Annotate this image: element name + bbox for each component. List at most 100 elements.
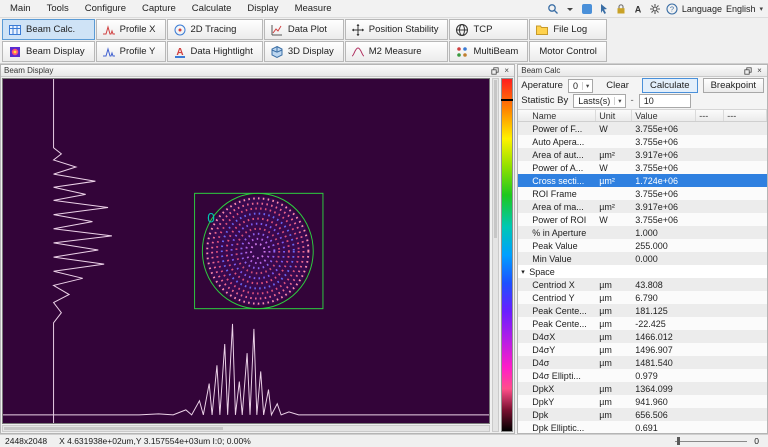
table-row[interactable]: Peak Cente... µm -22.425 (518, 317, 767, 330)
menu-measure[interactable]: Measure (287, 1, 340, 16)
table-row[interactable]: Area of aut... µm² 3.917e+06 (518, 148, 767, 161)
status-slider-thumb[interactable] (677, 437, 681, 445)
cell-unit: µm (599, 344, 612, 355)
statistic-mode-combobox[interactable]: Lasts(s) ▾ (573, 93, 626, 108)
float-window-icon[interactable] (490, 66, 499, 75)
beam-horizontal-scrollbar[interactable] (2, 425, 491, 432)
toolbar-button-label: Data Hightlight (190, 46, 253, 57)
table-row[interactable]: Centriod X µm 43.808 (518, 278, 767, 291)
column-header-name[interactable]: Name (518, 110, 597, 121)
font-icon[interactable]: A (631, 2, 645, 16)
beam-display-icon (8, 45, 22, 59)
column-header-extra1[interactable]: --- (696, 110, 725, 121)
table-row[interactable]: Area of ma... µm² 3.917e+06 (518, 200, 767, 213)
chevron-down-icon: ▾ (759, 5, 763, 13)
cell-value: 1.724e+06 (635, 175, 679, 186)
cell-value: 3.755e+06 (635, 123, 679, 134)
cell-value: 1466.012 (635, 331, 673, 342)
menu-display[interactable]: Display (239, 1, 286, 16)
toolbar-button-motor-control[interactable]: Motor Control (529, 41, 607, 62)
menu-configure[interactable]: Configure (77, 1, 134, 16)
toolbar-button-label: Profile Y (119, 46, 156, 57)
table-row[interactable]: Dpk Elliptic... 0.691 (518, 421, 767, 433)
toolbar-button-beam-calc[interactable]: Beam Calc. (2, 19, 95, 40)
menu-main[interactable]: Main (2, 1, 39, 16)
toolbar-button-data-plot[interactable]: Data Plot (263, 19, 344, 40)
close-icon[interactable]: × (502, 66, 511, 75)
statistic-value-input[interactable]: 10 (638, 93, 691, 108)
cell-name: % in Aperture (532, 227, 587, 238)
breakpoint-button[interactable]: Breakpoint (702, 78, 764, 93)
close-icon[interactable]: × (755, 66, 764, 75)
table-row[interactable]: DpkX µm 1364.099 (518, 382, 767, 395)
menu-capture[interactable]: Capture (134, 1, 184, 16)
group-label: Space (529, 266, 555, 277)
table-row[interactable]: Peak Value 255.000 (518, 239, 767, 252)
beam-calc-panel-header[interactable]: Beam Calc × (518, 65, 767, 77)
table-row[interactable]: ROI Frame 3.755e+06 (518, 187, 767, 200)
gear-icon[interactable] (648, 2, 662, 16)
table-row[interactable]: Min Value 0.000 (518, 252, 767, 265)
svg-text:A: A (635, 4, 642, 14)
table-row[interactable]: Cross secti... µm² 1.724e+06 (518, 174, 767, 187)
status-slider-value: 0 (754, 436, 759, 446)
vscroll-thumb[interactable] (494, 80, 498, 239)
toolbar-button-tcp[interactable]: TCP (449, 19, 529, 40)
table-row[interactable]: Power of ROI W 3.755e+06 (518, 213, 767, 226)
column-header-extra2[interactable]: --- (724, 110, 767, 121)
beam-display-panel-header[interactable]: Beam Display × (1, 65, 515, 77)
toolbar-button-position-stability[interactable]: Position Stability (344, 19, 449, 40)
results-table-header[interactable]: Name Unit Value --- --- (518, 110, 767, 122)
table-row[interactable]: Power of F... W 3.755e+06 (518, 122, 767, 135)
hscroll-thumb[interactable] (4, 427, 223, 430)
toolbar-button-multibeam[interactable]: MultiBeam (449, 41, 529, 62)
toolbar-button-3d-display[interactable]: 3D Display (263, 41, 344, 62)
collapse-arrow-icon[interactable]: ▾ (518, 268, 529, 276)
table-row[interactable]: D4σ µm 1481.540 (518, 356, 767, 369)
clear-button[interactable]: Clear (598, 78, 637, 93)
status-slider[interactable] (675, 437, 748, 445)
table-row[interactable]: D4σ Ellipti... 0.979 (518, 369, 767, 382)
search-icon[interactable] (546, 2, 560, 16)
menu-calculate[interactable]: Calculate (184, 1, 240, 16)
float-window-icon[interactable] (743, 66, 752, 75)
colorbar-level-marker[interactable] (501, 99, 514, 102)
language-selector[interactable]: Language English ▾ (682, 4, 763, 14)
toolbar-button-2d-tracing[interactable]: 2D Tracing (166, 19, 263, 40)
table-row[interactable]: Power of A... W 3.755e+06 (518, 161, 767, 174)
dropdown-arrow-icon[interactable] (563, 2, 577, 16)
beam-image-canvas[interactable]: 0 (2, 78, 491, 424)
menu-tools[interactable]: Tools (39, 1, 77, 16)
cell-unit: µm (599, 279, 612, 290)
aperture-combobox[interactable]: 0 ▾ (567, 78, 594, 93)
toolbar-button-m2-measure[interactable]: M2 Measure (344, 41, 449, 62)
toolbar-button-beam-display[interactable]: Beam Display (2, 41, 95, 62)
pointer-icon[interactable] (597, 2, 611, 16)
toolbar-button-profile-y[interactable]: Profile Y (95, 41, 166, 62)
table-row[interactable]: D4σX µm 1466.012 (518, 330, 767, 343)
lock-icon[interactable] (614, 2, 628, 16)
cell-name: Peak Cente... (532, 318, 587, 329)
toolbar-button-profile-x[interactable]: Profile X (95, 19, 166, 40)
column-header-value[interactable]: Value (632, 110, 697, 121)
swatch-icon[interactable] (580, 2, 594, 16)
table-row[interactable]: DpkY µm 941.960 (518, 395, 767, 408)
toolbar-button-label: MultiBeam (473, 46, 519, 57)
calculate-button[interactable]: Calculate (641, 78, 698, 93)
intensity-colorbar[interactable] (501, 78, 514, 432)
table-row[interactable]: Centriod Y µm 6.790 (518, 291, 767, 304)
table-row[interactable]: Dpk µm 656.506 (518, 408, 767, 421)
table-row[interactable]: Peak Cente... µm 181.125 (518, 304, 767, 317)
cell-value: 941.960 (635, 396, 668, 407)
cell-name: Centriod X (532, 279, 575, 290)
column-header-unit[interactable]: Unit (596, 110, 633, 121)
table-row[interactable]: D4σY µm 1496.907 (518, 343, 767, 356)
toolbar-button-data-hightlight[interactable]: A Data Hightlight (166, 41, 263, 62)
table-row[interactable]: Auto Apera... 3.755e+06 (518, 135, 767, 148)
help-icon[interactable]: ? (665, 2, 679, 16)
cell-value: 0.979 (635, 370, 658, 381)
table-group-row-space[interactable]: ▾ Space (518, 265, 767, 278)
beam-vertical-scrollbar[interactable] (492, 78, 500, 432)
table-row[interactable]: % in Aperture 1.000 (518, 226, 767, 239)
toolbar-button-file-log[interactable]: File Log (529, 19, 607, 40)
